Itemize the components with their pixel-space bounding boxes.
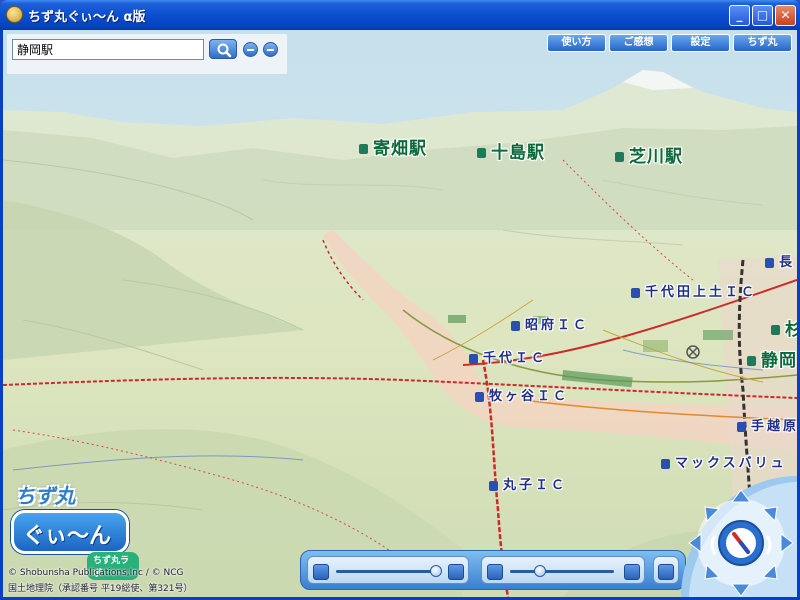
window-title: ちず丸ぐぃ〜ん α版 xyxy=(28,10,146,25)
station-label[interactable]: 芝川駅 xyxy=(615,142,683,167)
settings-button[interactable]: 設定 xyxy=(671,34,730,52)
zoom-in-icon[interactable] xyxy=(624,564,640,580)
north-up-control xyxy=(653,556,679,584)
title-bar[interactable]: ちず丸ぐぃ〜ん α版 _ □ ✕ xyxy=(0,0,800,30)
place-label[interactable]: 千代田上土ＩＣ xyxy=(631,281,757,300)
search-panel xyxy=(7,34,287,74)
feedback-button[interactable]: ご感想 xyxy=(609,34,668,52)
place-label[interactable]: 牧ヶ谷ＩＣ xyxy=(475,385,569,404)
zoom-out-icon[interactable] xyxy=(487,564,503,580)
place-icon xyxy=(737,421,746,432)
interchange-icon xyxy=(489,480,498,491)
chizumaru-button[interactable]: ちず丸 xyxy=(733,34,792,52)
compass-control[interactable] xyxy=(681,476,797,597)
tilt-3d-icon[interactable] xyxy=(448,564,464,580)
station-label[interactable]: 寄畑駅 xyxy=(359,134,427,159)
interchange-icon xyxy=(469,353,478,364)
logo-line2: ぐぃ〜ん xyxy=(23,524,112,549)
tilt-slider-thumb[interactable] xyxy=(430,565,442,577)
minimize-button[interactable]: _ xyxy=(729,5,750,26)
station-icon xyxy=(359,144,368,154)
zoom-out-button[interactable] xyxy=(243,42,258,57)
place-label[interactable]: 昭府ＩＣ xyxy=(511,314,589,333)
north-up-icon[interactable] xyxy=(658,564,674,580)
station-label[interactable]: 静岡 xyxy=(747,346,797,371)
interchange-icon xyxy=(631,287,640,298)
station-icon xyxy=(477,148,486,158)
place-icon xyxy=(771,325,780,335)
shop-icon xyxy=(661,458,670,469)
app-window: ちず丸ぐぃ〜ん α版 _ □ ✕ 静岡駅 使い方 ご感想 設定 ちず丸 寄畑駅 … xyxy=(0,0,800,600)
place-icon xyxy=(765,257,774,268)
help-button[interactable]: 使い方 xyxy=(547,34,606,52)
tilt-slider-track[interactable] xyxy=(336,570,440,573)
map-viewport[interactable]: 使い方 ご感想 設定 ちず丸 寄畑駅 十島駅 芝川駅 静岡 千代田上土ＩＣ 昭府… xyxy=(3,30,797,597)
place-label[interactable]: 杉 xyxy=(771,315,797,340)
search-icon xyxy=(217,43,232,58)
place-label[interactable]: 長 xyxy=(765,251,795,270)
copyright-line2: 国土地理院（承認番号 平19総使、第321号） xyxy=(8,584,193,594)
place-label[interactable]: マックスバリュ xyxy=(661,452,787,471)
search-button[interactable] xyxy=(209,39,237,59)
tilt-control xyxy=(307,556,469,584)
station-icon xyxy=(747,356,756,366)
place-label[interactable]: 千代ＩＣ xyxy=(469,347,547,366)
history-back-button[interactable] xyxy=(263,42,278,57)
tilt-flat-icon[interactable] xyxy=(313,564,329,580)
zoom-slider-track[interactable] xyxy=(510,570,614,573)
logo-line1: ちず丸 xyxy=(15,484,75,508)
zoom-slider-thumb[interactable] xyxy=(534,565,546,577)
copyright-line1: © Shobunsha Publications,Inc / © NCG xyxy=(8,568,184,578)
interchange-icon xyxy=(511,320,520,331)
station-label[interactable]: 十島駅 xyxy=(477,138,545,163)
place-label[interactable]: 丸子ＩＣ xyxy=(489,474,567,493)
place-label[interactable]: 手越原 xyxy=(737,415,797,434)
station-icon xyxy=(615,152,624,162)
navigation-bar xyxy=(300,550,686,590)
maximize-button[interactable]: □ xyxy=(752,5,773,26)
close-button[interactable]: ✕ xyxy=(775,5,796,26)
search-input[interactable] xyxy=(12,39,204,60)
zoom-control xyxy=(481,556,645,584)
app-icon xyxy=(6,6,23,23)
app-logo: ちず丸 ぐぃ〜ん ちず丸ラボ xyxy=(9,480,139,580)
interchange-icon xyxy=(475,391,484,402)
